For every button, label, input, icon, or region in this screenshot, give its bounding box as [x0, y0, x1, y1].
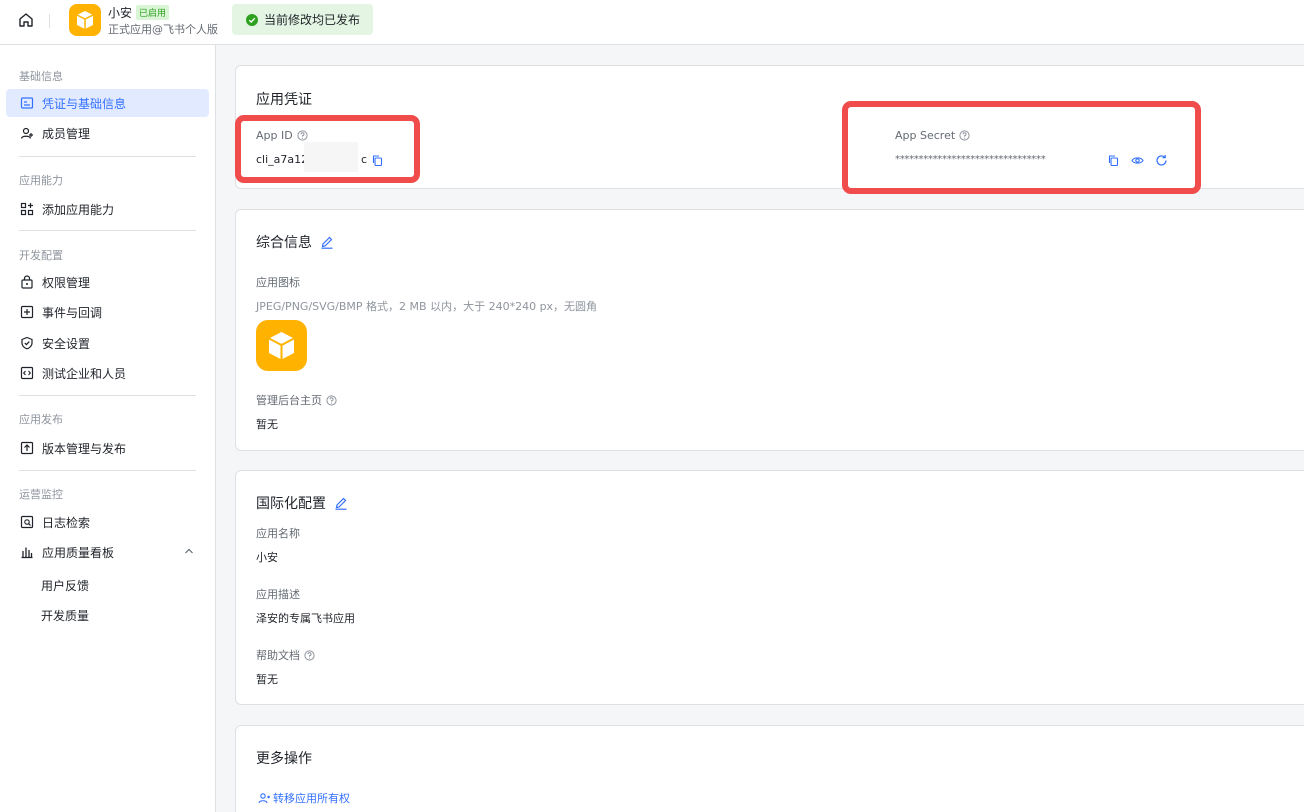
app-icon-hint: JPEG/PNG/SVG/BMP 格式，2 MB 以内，大于 240*240 p… [256, 300, 598, 313]
event-icon [20, 305, 34, 319]
user-transfer-icon [258, 793, 270, 804]
app-subtitle: 正式应用@飞书个人版 [108, 23, 218, 36]
sidebar-group-title: 应用能力 [19, 174, 63, 187]
sidebar-item-add-capability[interactable]: 添加应用能力 [6, 195, 209, 223]
sidebar-item-label: 权限管理 [42, 275, 91, 290]
general-info-card: 综合信息 应用图标 JPEG/PNG/SVG/BMP 格式，2 MB 以内，大于… [235, 209, 1304, 451]
general-info-header: 综合信息 [256, 232, 334, 252]
help-doc-label: 帮助文档 [256, 647, 315, 663]
sidebar-item-label: 凭证与基础信息 [42, 96, 127, 111]
sidebar-item-versions[interactable]: 版本管理与发布 [6, 434, 209, 462]
sidebar-group-title: 基础信息 [19, 70, 63, 83]
help-doc-value: 暂无 [256, 673, 278, 686]
sidebar-subitem-feedback[interactable]: 用户反馈 [41, 577, 89, 594]
i18n-card: 国际化配置 应用名称 小安 应用描述 泽安的专属飞书应用 帮助文档 暂无 [235, 470, 1304, 705]
sidebar-item-security[interactable]: 安全设置 [6, 329, 209, 357]
sidebar-group-title: 应用发布 [19, 413, 63, 426]
sidebar-divider [19, 470, 196, 471]
bar-chart-icon [21, 547, 33, 559]
sidebar-item-logs[interactable]: 日志检索 [6, 508, 209, 536]
app-name-label: 应用名称 [256, 527, 300, 540]
upload-icon [20, 441, 34, 455]
code-icon [20, 366, 34, 380]
sidebar-subitem-dev-quality[interactable]: 开发质量 [41, 607, 89, 624]
top-bar: 小安 已启用 正式应用@飞书个人版 当前修改均已发布 [0, 0, 1304, 45]
app-status-badge: 已启用 [136, 5, 170, 20]
log-search-icon [20, 515, 34, 529]
check-circle-icon [246, 13, 258, 26]
admin-home-value: 暂无 [256, 418, 278, 431]
help-doc-label-text: 帮助文档 [256, 649, 300, 662]
i18n-title: 国际化配置 [256, 496, 326, 512]
highlight-box-app-id [235, 115, 420, 183]
sidebar-item-test-tenants[interactable]: 测试企业和人员 [6, 359, 209, 387]
sidebar-item-label: 事件与回调 [42, 305, 103, 320]
sidebar-item-events[interactable]: 事件与回调 [6, 298, 209, 326]
app-name: 小安 [108, 6, 133, 20]
id-card-icon [20, 97, 34, 109]
sidebar-item-label: 日志检索 [42, 515, 91, 530]
app-icon-upload[interactable] [256, 320, 307, 371]
sidebar-item-credentials[interactable]: 凭证与基础信息 [6, 89, 209, 117]
publish-status-text: 当前修改均已发布 [264, 13, 361, 27]
apps-add-icon [20, 202, 34, 216]
sidebar: 基础信息 凭证与基础信息 成员管理 应用能力 添加应用能力 开发配置 权限管理 … [0, 45, 216, 812]
lock-icon [21, 275, 33, 289]
sidebar-divider [19, 156, 196, 157]
sidebar-item-permissions[interactable]: 权限管理 [6, 268, 209, 296]
transfer-ownership-text: 转移应用所有权 [273, 792, 350, 805]
shield-icon [21, 336, 33, 350]
edit-icon[interactable] [334, 496, 348, 510]
publish-status-tag: 当前修改均已发布 [232, 4, 374, 35]
top-divider [49, 14, 50, 28]
more-actions-card: 更多操作 转移应用所有权 [235, 725, 1304, 812]
help-icon[interactable] [326, 394, 337, 406]
sidebar-divider [19, 395, 196, 396]
sidebar-divider [19, 230, 196, 231]
sidebar-item-label: 版本管理与发布 [42, 441, 127, 456]
app-logo [69, 4, 101, 36]
sidebar-item-label: 安全设置 [42, 336, 91, 351]
general-info-title: 综合信息 [256, 235, 312, 251]
help-icon[interactable] [304, 649, 315, 661]
app-desc-value: 泽安的专属飞书应用 [256, 612, 355, 625]
user-add-icon [20, 127, 33, 139]
more-actions-title: 更多操作 [256, 751, 312, 767]
sidebar-item-label: 应用质量看板 [42, 545, 115, 560]
sidebar-group-title: 开发配置 [19, 249, 63, 262]
app-name-value: 小安 [256, 551, 278, 564]
transfer-ownership-link[interactable]: 转移应用所有权 [258, 790, 350, 806]
chevron-up-icon[interactable] [184, 546, 194, 556]
credentials-title: 应用凭证 [256, 92, 312, 108]
sidebar-item-quality-board[interactable]: 应用质量看板 [6, 538, 209, 566]
i18n-header: 国际化配置 [256, 493, 348, 513]
app-desc-label: 应用描述 [256, 588, 300, 601]
sidebar-item-label: 成员管理 [42, 126, 91, 141]
highlight-box-app-secret [842, 101, 1201, 194]
admin-home-label: 管理后台主页 [256, 392, 337, 408]
edit-icon[interactable] [320, 235, 334, 249]
sidebar-item-members[interactable]: 成员管理 [6, 119, 209, 147]
home-icon[interactable] [17, 11, 35, 29]
sidebar-item-label: 添加应用能力 [42, 202, 115, 217]
sidebar-group-title: 运营监控 [19, 488, 63, 501]
app-icon-label: 应用图标 [256, 276, 300, 289]
admin-home-label-text: 管理后台主页 [256, 394, 322, 407]
sidebar-item-label: 测试企业和人员 [42, 366, 127, 381]
